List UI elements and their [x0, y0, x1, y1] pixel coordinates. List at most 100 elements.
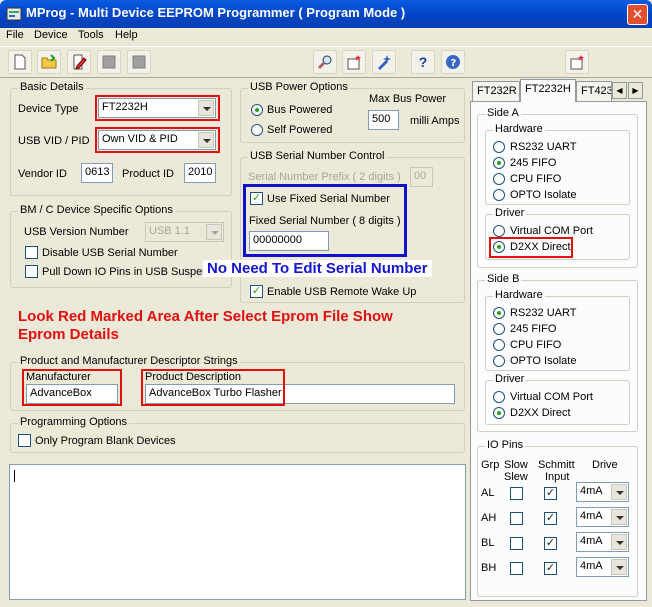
serial-prefix-field[interactable]: 00: [410, 167, 433, 187]
side-a-vcp-radio[interactable]: [493, 225, 505, 237]
serial-annotation: No Need To Edit Serial Number: [203, 260, 432, 277]
help-button[interactable]: ?: [411, 50, 435, 74]
stop-button-1[interactable]: [97, 50, 121, 74]
io-col-schmitt: Schmitt: [538, 459, 575, 471]
side-b-d2xx-radio[interactable]: [493, 407, 505, 419]
max-bus-field[interactable]: 500: [368, 110, 399, 130]
open-file-button[interactable]: [37, 50, 61, 74]
side-a-vcp-label: Virtual COM Port: [510, 225, 593, 237]
remote-wake-checkbox[interactable]: ✓: [250, 285, 263, 298]
chevron-down-icon: [611, 509, 627, 525]
io-schmitt-checkbox[interactable]: ✓: [544, 512, 557, 525]
program-button[interactable]: [342, 50, 366, 74]
device-type-label: Device Type: [18, 103, 79, 115]
menu-file[interactable]: File: [6, 29, 24, 41]
parse-button[interactable]: [565, 50, 589, 74]
io-schmitt-checkbox[interactable]: ✓: [544, 537, 557, 550]
chevron-down-icon: [206, 224, 222, 240]
io-drive-value: 4mA: [580, 510, 603, 522]
io-pins-legend: IO Pins: [485, 439, 526, 451]
red-highlight-product: [141, 369, 285, 406]
usb-version-label: USB Version Number: [24, 226, 129, 238]
new-file-button[interactable]: [8, 50, 32, 74]
remote-wake-label: Enable USB Remote Wake Up: [267, 286, 417, 298]
side-a-opto-label: OPTO Isolate: [510, 189, 577, 201]
menu-device[interactable]: Device: [34, 29, 68, 41]
side-b-legend: Side B: [485, 273, 522, 285]
side-a-rs232-radio[interactable]: [493, 141, 505, 153]
io-schmitt-checkbox[interactable]: ✓: [544, 487, 557, 500]
side-b-driver-legend: Driver: [493, 373, 527, 385]
product-id-label: Product ID: [122, 168, 174, 180]
window-title: MProg - Multi Device EEPROM Programmer (…: [26, 5, 406, 20]
side-a-hardware-legend: Hardware: [493, 123, 545, 135]
erase-button[interactable]: [372, 50, 396, 74]
side-b-cpufifo-radio[interactable]: [493, 339, 505, 351]
side-b-rs232-radio[interactable]: [493, 307, 505, 319]
io-schmitt-checkbox[interactable]: ✓: [544, 562, 557, 575]
side-a-cpufifo-radio[interactable]: [493, 173, 505, 185]
io-col-grp: Grp: [481, 459, 500, 471]
tab-ft232r[interactable]: FT232R: [472, 81, 520, 101]
pulldown-checkbox[interactable]: [25, 265, 38, 278]
io-drive-select[interactable]: 4mA: [576, 557, 629, 577]
io-drive-value: 4mA: [580, 485, 603, 497]
open-icon: [41, 54, 57, 69]
io-drive-select[interactable]: 4mA: [576, 507, 629, 527]
io-slow-slew-checkbox[interactable]: [510, 487, 523, 500]
usb-version-select[interactable]: USB 1.1: [145, 222, 224, 242]
menu-tools[interactable]: Tools: [78, 29, 104, 41]
edit-button[interactable]: [67, 50, 91, 74]
red-highlight-manufacturer: [22, 369, 122, 406]
search-button[interactable]: [313, 50, 337, 74]
log-textarea[interactable]: [9, 464, 466, 600]
parse-icon: [570, 55, 584, 70]
blue-highlight-serial: [243, 184, 407, 257]
tab-ft2232h[interactable]: FT2232H: [520, 79, 576, 102]
disable-serial-checkbox[interactable]: [25, 246, 38, 259]
bus-powered-radio[interactable]: [251, 104, 263, 116]
side-a-opto-radio[interactable]: [493, 189, 505, 201]
tab-scroll-left-icon[interactable]: ◀: [612, 82, 627, 99]
usb-version-value: USB 1.1: [149, 225, 190, 237]
descriptor-strings-legend: Product and Manufacturer Descriptor Stri…: [18, 355, 240, 367]
text-cursor: [14, 470, 15, 482]
about-button[interactable]: ?: [441, 50, 465, 74]
product-id-field[interactable]: 2010: [184, 163, 216, 183]
about-icon: ?: [446, 55, 460, 69]
milli-amps-label: milli Amps: [410, 115, 460, 127]
side-a-rs232-label: RS232 UART: [510, 141, 577, 153]
io-drive-select[interactable]: 4mA: [576, 532, 629, 552]
tab-scroll-right-icon[interactable]: ▶: [628, 82, 643, 99]
side-b-vcp-radio[interactable]: [493, 391, 505, 403]
vendor-id-field[interactable]: 0613: [81, 163, 113, 183]
side-b-rs232-label: RS232 UART: [510, 307, 577, 319]
eprom-annotation: Look Red Marked Area After Select Eprom …: [18, 308, 393, 343]
io-slow-slew-checkbox[interactable]: [510, 512, 523, 525]
stop-button-2[interactable]: [127, 50, 151, 74]
chevron-down-icon: [611, 534, 627, 550]
side-a-245fifo-radio[interactable]: [493, 157, 505, 169]
side-b-245fifo-radio[interactable]: [493, 323, 505, 335]
io-drive-select[interactable]: 4mA: [576, 482, 629, 502]
side-b-cpufifo-label: CPU FIFO: [510, 339, 562, 351]
io-slow-slew-checkbox[interactable]: [510, 537, 523, 550]
blank-devices-checkbox[interactable]: [18, 434, 31, 447]
serial-prefix-label: Serial Number Prefix ( 2 digits ): [248, 171, 401, 183]
svg-text:?: ?: [451, 58, 457, 69]
programming-options-legend: Programming Options: [18, 416, 129, 428]
self-powered-radio[interactable]: [251, 124, 263, 136]
menu-bar: File Device Tools Help: [0, 28, 652, 46]
side-b-opto-radio[interactable]: [493, 355, 505, 367]
stop-icon: [102, 55, 116, 69]
menu-help[interactable]: Help: [115, 29, 138, 41]
erase-icon: [378, 55, 391, 70]
tab-ft423[interactable]: FT423: [576, 81, 612, 101]
close-button[interactable]: ✕: [627, 4, 648, 25]
vendor-id-label: Vendor ID: [18, 168, 67, 180]
io-slow-slew-checkbox[interactable]: [510, 562, 523, 575]
program-icon: [347, 55, 361, 70]
chevron-down-icon: [611, 484, 627, 500]
red-highlight-vidpid: [95, 127, 220, 153]
edit-icon: [73, 54, 87, 70]
